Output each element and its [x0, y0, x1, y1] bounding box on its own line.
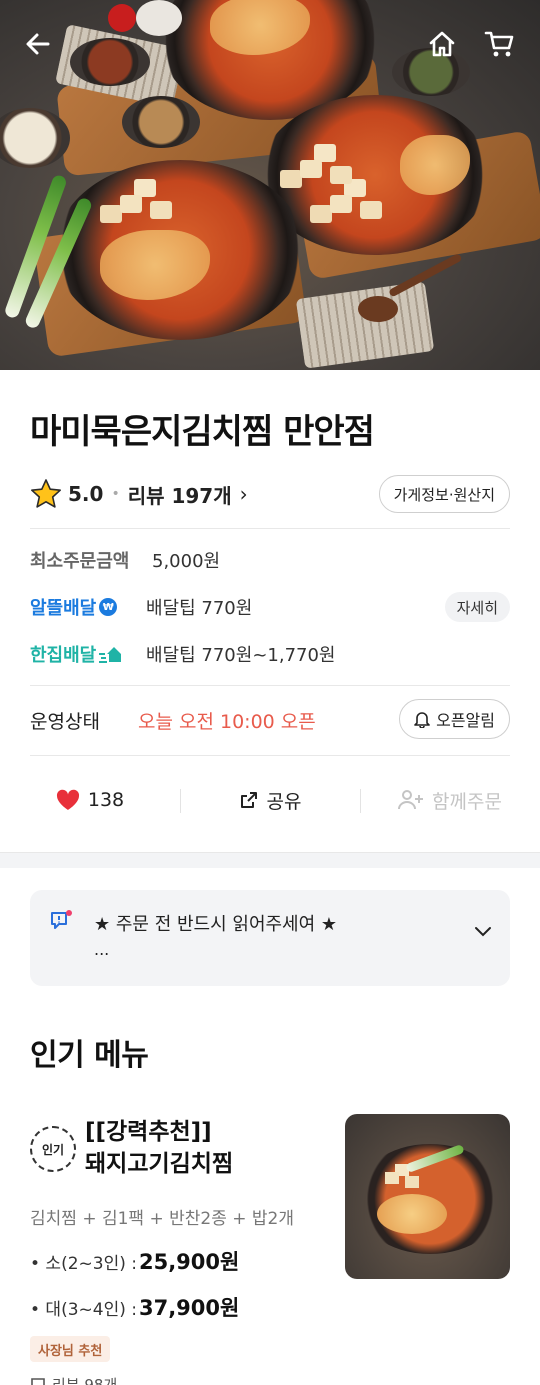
share-label: 공유: [266, 790, 302, 813]
rating-row: 5.0 • 리뷰 197개 › 가게정보·원산지: [30, 472, 510, 516]
menu-review-count: 리뷰 98개: [30, 1374, 117, 1385]
tofu: [300, 160, 322, 178]
delivery-brand-name: 알뜰배달: [30, 598, 97, 619]
status-value: 오늘 오전 10:00 오픈: [138, 710, 316, 733]
napkin: [295, 281, 435, 369]
price-value: 37,900원: [138, 1296, 240, 1320]
section-gap: [0, 852, 540, 868]
min-order-label: 최소주문금액: [30, 551, 130, 572]
store-hero-image: [0, 0, 540, 370]
menu-item[interactable]: 인기 [[강력추천]] 돼지고기김치찜 김치찜 + 김1팩 + 반찬2종 + 밥…: [30, 1112, 510, 1385]
divider: [30, 528, 510, 529]
store-info: 마미묵은지김치찜 만안점 5.0 • 리뷰 197개 › 가게정보·원산지 최소…: [30, 400, 510, 756]
price-size: • 소(2~3인) :: [30, 1254, 137, 1274]
delivery-option-row: 알뜰배달 ₩ 배달팁 770원 자세히: [30, 587, 510, 627]
onion: [136, 0, 182, 36]
open-notify-label: 오픈알림: [436, 711, 495, 730]
min-order-row: 최소주문금액 5,000원: [30, 540, 510, 580]
menu-review-label: 리뷰 98개: [52, 1376, 118, 1385]
menu-name-line: [[강력추천]]: [85, 1119, 212, 1145]
notice-card[interactable]: ★ 주문 전 반드시 읽어주세여 ★ ...: [30, 890, 510, 986]
status-row: 운영상태 오늘 오전 10:00 오픈 오픈알림: [30, 699, 510, 740]
side-dish: [122, 96, 200, 148]
delivery-brand-logo: 한집배달: [30, 641, 146, 667]
fast-home-icon: [99, 647, 122, 663]
popular-menu-title: 인기 메뉴: [30, 1038, 149, 1073]
divider: [30, 685, 510, 686]
like-count: 138: [87, 789, 125, 811]
side-dish: [0, 108, 70, 168]
rating-value: 5.0: [68, 482, 104, 506]
store-actions: 138 공유 함께주문: [0, 760, 540, 840]
share-icon: [240, 792, 257, 808]
spoon: [358, 296, 398, 322]
tomato: [108, 4, 136, 32]
back-arrow-icon: [26, 33, 50, 55]
delivery-brand-logo: 알뜰배달 ₩: [30, 594, 146, 620]
bell-icon: [414, 712, 430, 728]
chevron-right-icon: ›: [239, 482, 248, 506]
delivery-tip: 배달팁 770원: [146, 598, 253, 619]
open-notify-button[interactable]: 오픈알림: [399, 699, 510, 739]
savings-icon: ₩: [99, 598, 118, 616]
delivery-tip: 배달팁 770원~1,770원: [146, 645, 336, 666]
group-order-button[interactable]: 함께주문: [360, 787, 540, 814]
price-size: • 대(3~4인) :: [30, 1300, 137, 1320]
back-button[interactable]: [20, 26, 56, 62]
star-icon: [31, 479, 61, 508]
store-info-button[interactable]: 가게정보·원산지: [378, 475, 510, 513]
separator-dot: •: [111, 486, 120, 502]
share-button[interactable]: 공유: [180, 787, 360, 814]
cart-icon: [484, 31, 514, 57]
popular-badge: 인기: [30, 1126, 76, 1172]
divider: [30, 755, 510, 756]
home-icon: [429, 31, 455, 57]
menu-description: 김치찜 + 김1팩 + 반찬2종 + 밥2개: [30, 1209, 295, 1229]
tofu: [385, 1172, 399, 1184]
add-user-icon: [398, 790, 424, 810]
delivery-detail-button[interactable]: 자세히: [444, 592, 510, 622]
tofu: [330, 195, 352, 213]
menu-name-line: 돼지고기김치찜: [85, 1151, 234, 1177]
price-option: • 소(2~3인) : 25,900원: [30, 1246, 239, 1276]
cart-button[interactable]: [482, 26, 518, 62]
notice-title: ★ 주문 전 반드시 읽어주세여 ★: [94, 914, 338, 935]
review-count-link[interactable]: 리뷰 197개: [128, 480, 232, 509]
tofu: [120, 195, 142, 213]
price-value: 25,900원: [138, 1250, 240, 1274]
store-name: 마미묵은지김치찜 만안점: [30, 412, 375, 452]
home-button[interactable]: [424, 26, 460, 62]
menu-thumbnail: [345, 1114, 510, 1279]
comment-icon: [31, 1377, 45, 1385]
notice-icon: [51, 910, 72, 929]
side-dish: [70, 38, 150, 86]
notice-preview: ...: [94, 940, 110, 959]
min-order-value: 5,000원: [152, 551, 221, 572]
chevron-down-icon: [475, 927, 491, 937]
price-option: • 대(3~4인) : 37,900원: [30, 1292, 239, 1322]
kimchi: [377, 1194, 447, 1234]
status-label: 운영상태: [30, 710, 100, 733]
delivery-option-row: 한집배달 배달팁 770원~1,770원: [30, 634, 510, 674]
group-order-label: 함께주문: [432, 790, 502, 813]
heart-icon: [56, 789, 79, 810]
delivery-brand-name: 한집배달: [30, 645, 97, 666]
menu-name: [[강력추천]] 돼지고기김치찜: [85, 1116, 335, 1180]
owner-recommend-tag: 사장님 추천: [30, 1336, 111, 1362]
like-button[interactable]: 138: [0, 789, 180, 811]
